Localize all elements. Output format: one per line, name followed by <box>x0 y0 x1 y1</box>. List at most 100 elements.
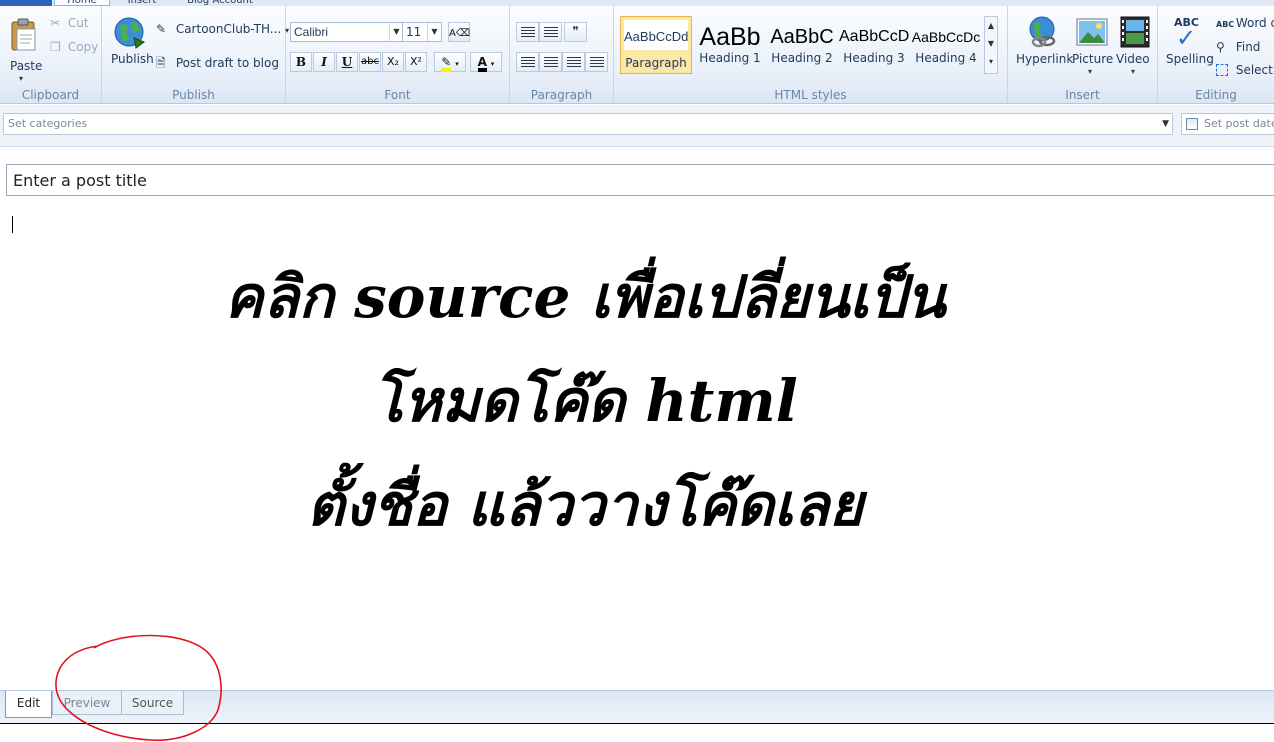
tab-preview[interactable]: Preview <box>52 691 122 715</box>
video-label: Video <box>1116 52 1150 66</box>
align-right-button[interactable] <box>562 52 585 72</box>
italic-button[interactable]: I <box>313 52 335 72</box>
select-all-button[interactable]: Select a <box>1216 63 1274 77</box>
style-sample: AaBbCcDc <box>911 29 981 45</box>
find-label: Find <box>1235 40 1261 54</box>
publish-button[interactable]: Publish <box>108 14 154 74</box>
hyperlink-icon <box>1029 16 1056 48</box>
globe-icon <box>114 17 146 49</box>
spelling-button[interactable]: ABC ✓ Spelling <box>1164 14 1214 74</box>
chevron-down-icon: ▼ <box>389 23 403 41</box>
draft-icon: 🗎 <box>156 56 166 70</box>
word-count-icon: ABC <box>1216 20 1235 29</box>
hyperlink-button[interactable]: Hyperlink <box>1014 14 1073 74</box>
clear-formatting-icon: A⌫ <box>449 28 470 39</box>
paragraph-group: ❞ Paragraph <box>510 6 614 104</box>
insert-group: Hyperlink Picture ▾ Video ▾ Insert <box>1008 6 1158 104</box>
video-icon <box>1120 16 1150 48</box>
style-label: Heading 3 <box>843 51 905 65</box>
font-color-button[interactable]: A ▾ <box>470 52 502 72</box>
tab-edit[interactable]: Edit <box>5 691 52 718</box>
style-heading-1[interactable]: AaBb Heading 1 <box>694 16 766 74</box>
style-heading-3[interactable]: AaBbCcD Heading 3 <box>838 16 910 74</box>
html-styles-group: AaBbCcDd Paragraph AaBb Heading 1 AaBbC … <box>614 6 1008 104</box>
post-properties-bar: Set categories ▼ Set post date <box>0 105 1274 147</box>
blog-edit-icon: ✎ <box>156 22 167 36</box>
view-mode-bar: Edit Preview Source <box>0 690 1274 724</box>
ribbon: Paste ▾ ✂ Cut ❐ Copy Clipboard Publish ✎… <box>0 6 1274 104</box>
align-center-icon <box>544 57 558 67</box>
quote-icon: ❞ <box>572 24 579 38</box>
chevron-down-icon: ▼ <box>1162 119 1169 129</box>
checkmark-icon: ✓ <box>1176 24 1197 52</box>
superscript-button[interactable]: X² <box>405 52 427 72</box>
bullet-list-icon <box>521 27 535 37</box>
copy-label: Copy <box>67 40 99 54</box>
align-center-button[interactable] <box>539 52 562 72</box>
style-label: Heading 2 <box>771 51 833 65</box>
styles-gallery-scroll[interactable]: ▲ ▼ ▾ <box>984 16 998 74</box>
post-title-input[interactable] <box>6 164 1274 196</box>
align-left-icon <box>521 57 535 67</box>
publish-group: Publish ✎ CartoonClub-TH... ▾ 🗎 Post dra… <box>102 6 289 104</box>
post-draft-button[interactable]: 🗎 Post draft to blog <box>156 54 279 75</box>
copy-icon: ❐ <box>50 40 61 54</box>
subscript-button[interactable]: X₂ <box>382 52 404 72</box>
chevron-down-icon: ▼ <box>987 39 995 48</box>
chevron-up-icon: ▲ <box>987 21 995 30</box>
underline-button[interactable]: U <box>336 52 358 72</box>
highlight-color-button[interactable]: ✎ ▾ <box>434 52 466 72</box>
more-styles-icon: ▾ <box>988 57 993 66</box>
categories-select[interactable]: Set categories ▼ <box>3 113 1173 135</box>
picture-button[interactable]: Picture ▾ <box>1070 14 1114 84</box>
hyperlink-label: Hyperlink <box>1016 52 1074 66</box>
font-family-value: Calibri <box>294 25 329 39</box>
blockquote-button[interactable]: ❞ <box>564 22 587 42</box>
binoculars-icon: ⚲ <box>1216 40 1225 54</box>
paste-button[interactable]: Paste ▾ <box>6 14 42 83</box>
font-size-select[interactable]: 11 ▼ <box>402 22 442 42</box>
editing-group: ABC ✓ Spelling ABC Word co ⚲ Find Select… <box>1158 6 1274 104</box>
chevron-down-icon: ▾ <box>19 74 24 83</box>
align-right-icon <box>567 57 581 67</box>
tab-source[interactable]: Source <box>121 691 184 715</box>
style-heading-2[interactable]: AaBbC Heading 2 <box>766 16 838 74</box>
style-heading-4[interactable]: AaBbCcDc Heading 4 <box>910 16 982 74</box>
blog-account-label: CartoonClub-TH... <box>175 22 282 36</box>
categories-placeholder: Set categories <box>8 117 88 130</box>
video-button[interactable]: Video ▾ <box>1114 14 1154 84</box>
style-label: Heading 1 <box>699 51 761 65</box>
body-text-line: โหมดโค๊ด html <box>372 367 798 435</box>
insert-group-label: Insert <box>1065 88 1100 102</box>
clear-formatting-button[interactable]: A⌫ <box>448 22 470 42</box>
paste-icon <box>11 18 36 51</box>
spelling-label: Spelling <box>1166 52 1214 66</box>
picture-label: Picture <box>1072 52 1114 66</box>
post-body-editor[interactable]: คลิก source เพื่อเปลี่ยนเป็น โหมดโค๊ด ht… <box>0 245 1170 557</box>
post-draft-label: Post draft to blog <box>175 56 279 70</box>
numbered-list-button[interactable] <box>539 22 562 42</box>
chevron-down-icon: ▼ <box>427 23 441 41</box>
justify-button[interactable] <box>585 52 608 72</box>
bulleted-list-button[interactable] <box>516 22 539 42</box>
post-date-toggle[interactable]: Set post date <box>1181 113 1274 135</box>
chevron-down-icon: ▾ <box>490 60 495 68</box>
font-group-label: Font <box>384 88 411 102</box>
strikethrough-button[interactable]: abc <box>359 52 381 72</box>
body-text-line: คลิก source เพื่อเปลี่ยนเป็น <box>224 263 946 331</box>
align-left-button[interactable] <box>516 52 539 72</box>
find-button[interactable]: ⚲ Find <box>1216 40 1260 54</box>
post-date-checkbox[interactable] <box>1186 118 1198 130</box>
copy-button[interactable]: ❐ Copy <box>50 40 98 54</box>
body-text-line: ตั้งชื่อ แล้ววางโค๊ดเลย <box>306 471 864 539</box>
word-count-button[interactable]: ABC Word co <box>1216 16 1274 30</box>
style-paragraph[interactable]: AaBbCcDd Paragraph <box>620 16 692 74</box>
font-family-select[interactable]: Calibri ▼ <box>290 22 404 42</box>
bold-button[interactable]: B <box>290 52 312 72</box>
clipboard-group: Paste ▾ ✂ Cut ❐ Copy Clipboard <box>0 6 102 104</box>
select-all-label: Select a <box>1235 63 1274 77</box>
blog-account-dropdown[interactable]: ✎ CartoonClub-TH... ▾ <box>156 22 289 36</box>
justify-icon <box>590 57 604 67</box>
style-sample: AaBbCcDd <box>624 20 688 50</box>
cut-button[interactable]: ✂ Cut <box>50 16 89 30</box>
